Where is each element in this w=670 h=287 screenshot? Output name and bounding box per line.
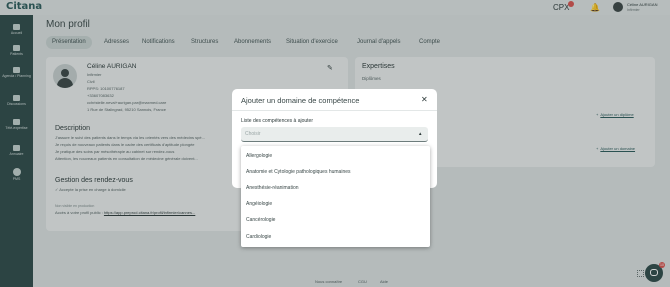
option-allergologie[interactable]: Allergologie	[246, 153, 272, 159]
caret-down-icon[interactable]: ▲	[418, 131, 422, 136]
modal-divider	[232, 110, 437, 111]
option-angeiologie[interactable]: Angéiologie	[246, 201, 272, 207]
competences-dropdown	[241, 146, 430, 247]
option-cancerologie[interactable]: Cancérologie	[246, 217, 275, 223]
competences-label: Liste des compétences à ajouter	[241, 118, 313, 124]
option-anatomie-cytologie[interactable]: Anatomie et Cytologie pathologiques huma…	[246, 169, 351, 175]
option-cardiologie[interactable]: Cardiologie	[246, 234, 271, 240]
option-anesthesie[interactable]: Anesthésie-réanimation	[246, 185, 299, 191]
modal-title: Ajouter un domaine de compétence	[241, 96, 360, 105]
competences-select[interactable]	[241, 127, 428, 142]
select-placeholder: Choisir	[245, 131, 261, 137]
close-icon[interactable]: ✕	[421, 95, 428, 104]
